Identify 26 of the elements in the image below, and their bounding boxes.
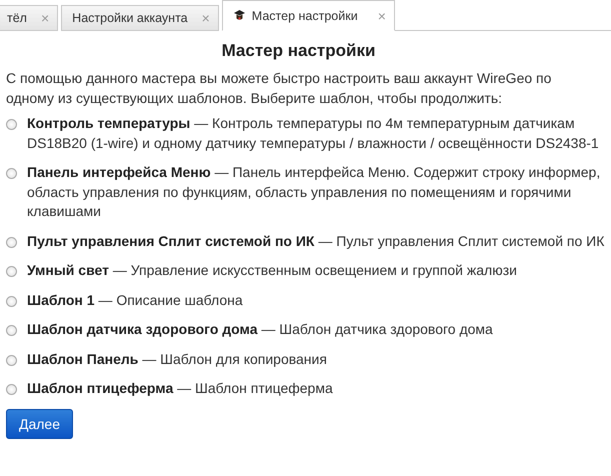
radio-button[interactable] (6, 236, 17, 248)
radio-button[interactable] (6, 168, 17, 179)
option-text: Шаблон птицеферма — Шаблон птицеферма (27, 379, 334, 398)
tab[interactable]: Мастер настройки × (222, 0, 395, 31)
intro-text: С помощью данного мастера вы можете быстро настроить ваш аккаунт WireGeo по одному из существующих шаблонов. Выберите шаблон, чтобы продолжить: (6, 69, 552, 108)
radio-button[interactable] (6, 296, 17, 306)
tab-label: Настройки аккаунта (72, 11, 188, 25)
radio-button[interactable] (6, 384, 17, 395)
option-text: Контроль температуры — Контроль температуры по 4м температурным датчикам DS18B20 (1-wire) и одному датчику температуры / влажности / освещённости DS2438-1 (27, 114, 600, 153)
option-text: Шаблон датчика здорового дома — Шаблон датчика здорового дома (27, 320, 494, 339)
option-text: Панель интерфейса Меню — Панель интерфейса Меню. Содержит строку информер, область управления по функциям, область управления по помещениям и горячими клавишами (27, 163, 602, 221)
option-text: Умный свет — Управление искусственным освещением и группой жалюзи (27, 261, 518, 280)
radio-button[interactable] (6, 354, 17, 366)
option-text: Шаблон Панель — Шаблон для копирования (27, 350, 328, 369)
tab-label: Мастер настройки (252, 8, 358, 22)
radio-button[interactable] (6, 119, 17, 130)
option-text: Шаблон 1 — Описание шаблона (27, 290, 244, 310)
close-icon[interactable]: × (378, 8, 386, 24)
page-title: Мастер настройки (220, 41, 376, 61)
tab[interactable]: Настройки аккаунта × (61, 5, 219, 31)
radio-button[interactable] (6, 325, 17, 336)
radio-button[interactable] (6, 266, 17, 277)
tab-label: тёл (7, 11, 27, 25)
next-button[interactable]: Далее (6, 408, 74, 438)
tab[interactable]: тёл × (0, 5, 58, 31)
option-text: Пульт управления Сплит системой по ИК — Пульт управления Сплит системой по ИК (27, 232, 605, 251)
